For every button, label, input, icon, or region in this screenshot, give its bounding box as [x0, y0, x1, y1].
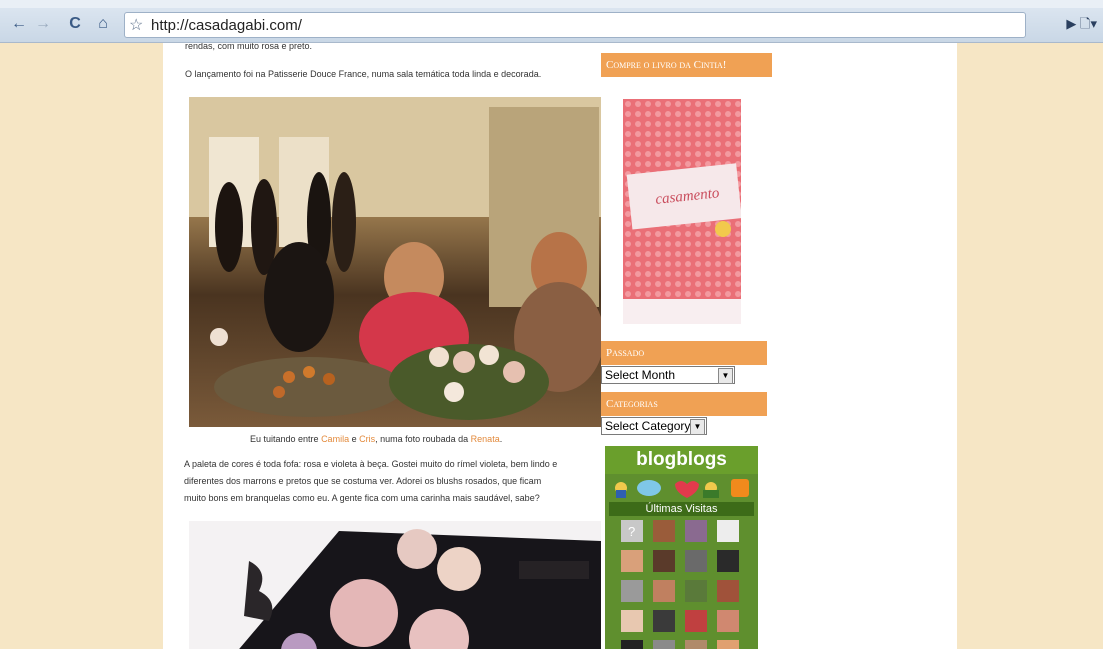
- blogblogs-widget: blogblogs Últimas Visitas ?: [605, 446, 758, 649]
- forward-icon[interactable]: →: [34, 15, 52, 33]
- chevron-down-icon[interactable]: ▼: [718, 368, 733, 384]
- home-icon[interactable]: ⌂: [94, 15, 112, 33]
- makeup-palette-art: [189, 521, 601, 649]
- page-menu-icon[interactable]: ▶ 🗋▾: [1066, 15, 1097, 37]
- book-cover-art: casamento: [623, 99, 742, 324]
- month-select-value: Select Month: [605, 368, 676, 382]
- post-text-line: O lançamento foi na Patisserie Douce Fra…: [185, 69, 542, 79]
- recent-visitor-avatars[interactable]: ?: [605, 518, 758, 649]
- caption-text: .: [499, 434, 503, 444]
- reload-icon[interactable]: C: [66, 15, 84, 33]
- post-paragraph-line: muito bons em branquelas como eu. A gent…: [184, 493, 540, 503]
- address-bar[interactable]: ☆ http://casadagabi.com/: [124, 12, 1026, 38]
- caption-text: Eu tuitando entre: [250, 434, 322, 444]
- caption-link-camila[interactable]: Camila: [321, 434, 349, 444]
- photo-caption: Eu tuitando entre Camila e Cris, numa fo…: [250, 432, 502, 447]
- caption-link-cris[interactable]: Cris: [359, 434, 375, 444]
- archive-widget-header: Passado: [601, 341, 767, 365]
- category-select-value: Select Category: [605, 419, 691, 433]
- month-select[interactable]: Select Month ▼: [601, 366, 735, 384]
- bookmark-star-icon[interactable]: ☆: [129, 15, 143, 35]
- back-icon[interactable]: ←: [10, 15, 28, 33]
- post-text-line: rendas, com muito rosa e preto.: [185, 43, 313, 51]
- caption-text: , numa foto roubada da: [375, 434, 471, 444]
- post-paragraph-line: diferentes dos marrons e pretos que se c…: [184, 476, 542, 486]
- browser-toolbar: ← → C ⌂ ☆ http://casadagabi.com/ ▶ 🗋▾: [0, 0, 1103, 43]
- blogblogs-logo[interactable]: blogblogs: [605, 446, 758, 474]
- url-text[interactable]: http://casadagabi.com/: [151, 17, 302, 34]
- party-photo: [189, 97, 601, 427]
- caption-text: e: [349, 434, 360, 444]
- book-cover-image[interactable]: casamento: [623, 99, 742, 324]
- page-content: rendas, com muito rosa e preto. O lançam…: [163, 43, 957, 649]
- background-right: [957, 43, 1103, 649]
- blogblogs-action-icons[interactable]: [605, 476, 758, 500]
- post-paragraph-line: A paleta de cores é toda fofa: rosa e vi…: [184, 459, 558, 469]
- recent-visits-label: Últimas Visitas: [609, 502, 754, 516]
- caption-link-renata[interactable]: Renata: [471, 434, 500, 444]
- tab-strip: [0, 0, 1103, 8]
- svg-text:?: ?: [628, 524, 635, 539]
- categories-widget-header: Categorias: [601, 392, 767, 416]
- category-select[interactable]: Select Category ▼: [601, 417, 707, 435]
- background-left: [0, 43, 163, 649]
- book-widget-header: Compre o livro da Cintia!: [601, 53, 772, 77]
- chevron-down-icon[interactable]: ▼: [690, 419, 705, 435]
- party-photo-art: [189, 97, 601, 420]
- makeup-palette-photo: [189, 521, 601, 649]
